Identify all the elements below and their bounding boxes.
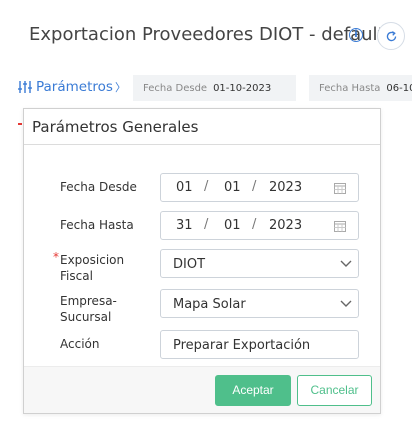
label-exposicion-fiscal: * Exposicion Fiscal	[53, 250, 125, 284]
chip-label: Fecha Desde	[143, 82, 208, 94]
chip-label: Fecha Hasta	[319, 82, 381, 94]
required-marker: *	[53, 250, 59, 264]
date-separator: /	[204, 179, 209, 194]
date-separator: /	[204, 217, 209, 232]
selected-value: DIOT	[173, 257, 206, 272]
date-separator: /	[252, 179, 257, 194]
fecha-desde-input[interactable]: 01 / 01 / 2023	[160, 173, 359, 202]
chevron-down-icon	[340, 300, 352, 307]
label-fecha-desde: Fecha Desde	[60, 180, 137, 194]
label-line: Fiscal	[60, 269, 93, 283]
calendar-icon[interactable]	[334, 220, 346, 232]
chip-value: 01-10-2023	[213, 82, 272, 94]
label-line: Exposicion	[60, 253, 125, 267]
label-accion: Acción	[60, 337, 100, 351]
input-value: Preparar Exportación	[173, 338, 311, 353]
chip-fecha-desde[interactable]: Fecha Desde 01-10-2023	[133, 75, 296, 101]
label-fecha-hasta: Fecha Hasta	[60, 218, 134, 232]
empresa-sucursal-select[interactable]: Mapa Solar	[160, 289, 359, 318]
chevron-down-icon	[340, 260, 352, 267]
parameters-dialog: Parámetros Generales Fecha Desde 01 / 01…	[23, 108, 381, 414]
dialog-title: Parámetros Generales	[24, 109, 380, 145]
accept-button[interactable]: Aceptar	[215, 375, 291, 406]
cancel-button[interactable]: Cancelar	[297, 375, 372, 406]
date-separator: /	[252, 217, 257, 232]
info-icon[interactable]: i	[349, 28, 363, 42]
label-line: Empresa-	[60, 294, 117, 308]
chip-value: 06-10	[386, 82, 412, 94]
page-title: Exportacion Proveedores DIOT - default	[29, 24, 385, 45]
params-toggle[interactable]: Parámetros 〉	[18, 79, 126, 95]
day-segment[interactable]: 31	[176, 218, 193, 233]
exposicion-fiscal-select[interactable]: DIOT	[160, 249, 359, 278]
year-segment[interactable]: 2023	[269, 180, 302, 195]
calendar-icon[interactable]	[334, 182, 346, 194]
day-segment[interactable]: 01	[176, 180, 193, 195]
refresh-icon	[386, 30, 396, 41]
month-segment[interactable]: 01	[224, 180, 241, 195]
chevron-right-icon: 〉	[114, 81, 126, 94]
dialog-footer: Aceptar Cancelar	[24, 366, 380, 413]
label-empresa-sucursal: Empresa- Sucursal	[60, 293, 117, 325]
label-line: Sucursal	[60, 310, 112, 324]
accion-input[interactable]: Preparar Exportación	[160, 330, 359, 359]
fecha-hasta-input[interactable]: 31 / 01 / 2023	[160, 211, 359, 240]
year-segment[interactable]: 2023	[269, 218, 302, 233]
error-indicator	[18, 123, 22, 125]
refresh-button[interactable]	[377, 22, 405, 50]
selected-value: Mapa Solar	[173, 297, 246, 312]
params-label: Parámetros	[36, 79, 113, 95]
filter-bar: Parámetros 〉 Fecha Desde 01-10-2023 Fech…	[0, 75, 412, 101]
sliders-icon	[18, 81, 32, 93]
chip-fecha-hasta[interactable]: Fecha Hasta 06-10	[309, 75, 412, 101]
month-segment[interactable]: 01	[224, 218, 241, 233]
